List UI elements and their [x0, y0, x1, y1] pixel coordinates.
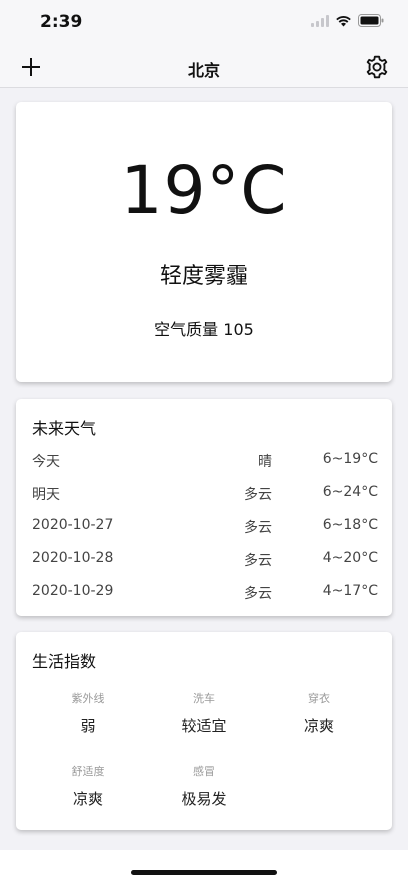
- forecast-row: 2020-10-28 多云 4~20°C: [32, 543, 378, 576]
- current-temperature: 19°C: [120, 152, 288, 229]
- forecast-range: 6~18°C: [322, 517, 378, 533]
- index-label: 洗车: [193, 692, 215, 705]
- forecast-condition: 晴: [258, 454, 272, 470]
- index-label: 感冒: [193, 765, 215, 778]
- forecast-date: 2020-10-28: [32, 550, 114, 566]
- index-value: 弱: [80, 717, 96, 735]
- life-index-card: 生活指数 紫外线 弱 洗车 较适宜 穿衣 凉爽 舒适度 凉爽 感冒 极易发: [16, 632, 392, 830]
- forecast-row: 明天 多云 6~24°C: [32, 477, 378, 510]
- index-label: 舒适度: [71, 765, 105, 778]
- life-index-item: 舒适度 凉爽: [32, 763, 144, 809]
- status-icons: [311, 14, 384, 27]
- life-index-item: 感冒 极易发: [148, 763, 260, 809]
- forecast-card: 未来天气 今天 晴 6~19°C 明天 多云 6~24°C 2020-10-27…: [16, 399, 392, 616]
- index-label: 紫外线: [71, 692, 105, 705]
- forecast-range: 4~20°C: [322, 550, 378, 566]
- forecast-title: 未来天气: [32, 419, 97, 438]
- life-index-item: 洗车 较适宜: [148, 690, 260, 736]
- home-indicator[interactable]: [131, 870, 277, 875]
- forecast-range: 6~24°C: [322, 484, 378, 500]
- life-index-item: 穿衣 凉爽: [263, 690, 375, 736]
- index-value: 较适宜: [181, 717, 227, 735]
- page-title: 北京: [187, 61, 220, 80]
- forecast-date: 2020-10-29: [32, 583, 114, 599]
- index-label: 穿衣: [308, 692, 330, 705]
- battery-icon: [358, 14, 384, 27]
- life-index-item: 紫外线 弱: [32, 690, 144, 736]
- status-bar: 2:39: [0, 0, 408, 46]
- status-time: 2:39: [40, 12, 83, 32]
- current-condition: 轻度雾霾: [159, 264, 248, 289]
- gear-icon[interactable]: [364, 54, 390, 80]
- air-quality: 空气质量 105: [154, 320, 254, 339]
- forecast-row: 今天 晴 6~19°C: [32, 444, 378, 477]
- index-value: 凉爽: [303, 717, 334, 735]
- forecast-condition: 多云: [244, 553, 272, 569]
- forecast-condition: 多云: [244, 586, 272, 602]
- forecast-range: 4~17°C: [322, 583, 378, 599]
- nav-bar: 北京: [0, 46, 408, 88]
- forecast-date: 明天: [32, 487, 60, 503]
- forecast-date: 2020-10-27: [32, 517, 114, 533]
- forecast-condition: 多云: [244, 520, 272, 536]
- forecast-date: 今天: [32, 454, 60, 470]
- current-weather-card: 19°C 轻度雾霾 空气质量 105: [16, 102, 392, 382]
- signal-icon: [311, 14, 329, 27]
- wifi-icon: [336, 16, 351, 27]
- forecast-row: 2020-10-29 多云 4~17°C: [32, 576, 378, 609]
- home-indicator-area: [0, 850, 408, 883]
- forecast-condition: 多云: [244, 487, 272, 503]
- forecast-row: 2020-10-27 多云 6~18°C: [32, 510, 378, 543]
- forecast-range: 6~19°C: [322, 451, 378, 467]
- index-value: 极易发: [181, 790, 227, 808]
- index-value: 凉爽: [72, 790, 103, 808]
- life-index-title: 生活指数: [32, 652, 97, 671]
